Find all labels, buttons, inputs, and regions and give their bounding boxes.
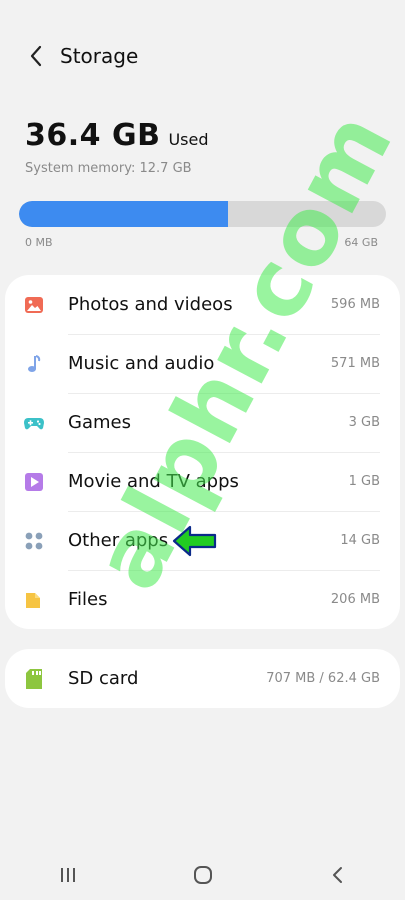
sd-card-card: SD card 707 MB / 62.4 GB (5, 649, 400, 708)
back-arrow-icon (332, 867, 342, 883)
category-label: Movie and TV apps (68, 471, 239, 492)
folder-icon (23, 589, 45, 611)
bar-min-label: 0 MB (25, 236, 53, 249)
category-row-files[interactable]: Files 206 MB (5, 570, 400, 629)
category-size: 14 GB (340, 533, 380, 548)
sd-card-row[interactable]: SD card 707 MB / 62.4 GB (5, 649, 400, 708)
pointer-arrow-icon (172, 525, 217, 557)
category-row-movies[interactable]: Movie and TV apps 1 GB (5, 452, 400, 511)
category-row-music[interactable]: Music and audio 571 MB (5, 334, 400, 393)
category-label: Games (68, 412, 131, 433)
storage-usage-summary: 36.4 GB Used System memory: 12.7 GB (25, 118, 209, 176)
sd-card-label: SD card (68, 668, 139, 689)
page-title: Storage (60, 44, 139, 68)
sd-card-icon (23, 668, 45, 690)
category-label: Music and audio (68, 353, 215, 374)
category-row-games[interactable]: Games 3 GB (5, 393, 400, 452)
system-memory-text: System memory: 12.7 GB (25, 161, 192, 176)
sd-card-size: 707 MB / 62.4 GB (266, 671, 380, 686)
category-size: 3 GB (348, 415, 380, 430)
photos-icon (23, 294, 45, 316)
recent-apps-button[interactable] (38, 855, 98, 895)
storage-progress-fill (19, 201, 229, 227)
chevron-left-icon (30, 45, 42, 67)
used-value: 36.4 GB (25, 118, 161, 153)
recent-apps-icon (60, 868, 75, 882)
system-navigation-bar (0, 850, 405, 900)
apps-grid-icon (23, 530, 45, 552)
gamepad-icon (23, 412, 45, 434)
app-header: Storage (0, 28, 405, 84)
bar-max-label: 64 GB (344, 236, 378, 249)
back-button[interactable] (16, 36, 56, 76)
category-size: 571 MB (330, 356, 380, 371)
home-button[interactable] (173, 855, 233, 895)
category-row-photos[interactable]: Photos and videos 596 MB (5, 275, 400, 334)
storage-progress-bar (19, 201, 386, 227)
category-size: 206 MB (330, 592, 380, 607)
play-icon (23, 471, 45, 493)
home-icon (193, 866, 212, 884)
used-suffix: Used (168, 130, 209, 149)
music-note-icon (23, 353, 45, 375)
storage-categories-card: Photos and videos 596 MB Music and audio… (5, 275, 400, 629)
category-size: 596 MB (330, 297, 380, 312)
category-size: 1 GB (348, 474, 380, 489)
category-label: Files (68, 589, 108, 610)
category-label: Photos and videos (68, 294, 233, 315)
used-line: 36.4 GB Used (25, 118, 209, 153)
nav-back-button[interactable] (308, 855, 368, 895)
